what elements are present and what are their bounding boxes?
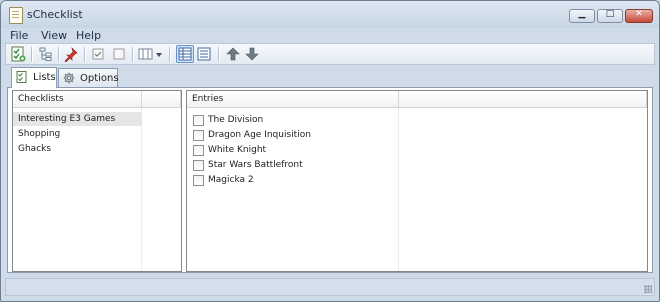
tab-strip: Lists Options: [1, 67, 659, 88]
entry-checkbox[interactable]: [193, 145, 204, 156]
tab-options-label: Options: [80, 73, 119, 84]
entry-row[interactable]: Star Wars Battlefront: [187, 158, 398, 173]
entry-checkbox[interactable]: [193, 160, 204, 171]
close-icon: ✕: [635, 9, 643, 19]
toolbar: [5, 43, 655, 65]
move-up-icon[interactable]: [225, 46, 241, 62]
add-list-icon[interactable]: [10, 46, 26, 62]
minimize-icon: ▁: [578, 9, 586, 19]
entry-checkbox[interactable]: [193, 130, 204, 141]
menu-help[interactable]: Help: [76, 29, 101, 42]
entry-row[interactable]: The Division: [187, 113, 398, 128]
gear-icon: [63, 72, 75, 84]
move-down-icon[interactable]: [244, 46, 260, 62]
uncheck-all-icon[interactable]: [111, 46, 127, 62]
entry-label: Dragon Age Inquisition: [208, 130, 311, 140]
title-bar[interactable]: sChecklist ▁ □ ✕: [1, 1, 659, 28]
entry-label: Magicka 2: [208, 175, 254, 185]
resize-grip[interactable]: [644, 285, 652, 293]
window-title: sChecklist: [27, 8, 83, 21]
checklist-item[interactable]: Ghacks: [13, 142, 142, 156]
entries-column-filler: [399, 91, 647, 108]
app-window: sChecklist ▁ □ ✕ File View Help Lists Op…: [0, 0, 660, 302]
lists-icon: [16, 71, 27, 83]
entry-label: The Division: [208, 115, 264, 125]
tab-options[interactable]: Options: [58, 68, 119, 87]
pin-icon[interactable]: [63, 46, 79, 62]
entry-label: Star Wars Battlefront: [208, 160, 303, 170]
entry-checkbox[interactable]: [193, 115, 204, 126]
entry-row[interactable]: Magicka 2: [187, 173, 398, 188]
checklist-item[interactable]: Shopping: [13, 127, 142, 141]
details-view-icon[interactable]: [176, 45, 194, 63]
minimize-button[interactable]: ▁: [569, 9, 595, 23]
tree-icon[interactable]: [37, 46, 53, 62]
entry-label: White Knight: [208, 145, 267, 155]
lists-panel: Checklists Interesting E3 Games Shopping…: [7, 87, 653, 273]
entry-row[interactable]: White Knight: [187, 143, 398, 158]
tab-lists[interactable]: Lists: [11, 67, 57, 88]
checklists-column-header[interactable]: Checklists: [13, 91, 142, 108]
maximize-icon: □: [605, 9, 615, 19]
close-button[interactable]: ✕: [625, 9, 653, 23]
columns-dropdown-icon[interactable]: [138, 46, 164, 62]
entry-row[interactable]: Dragon Age Inquisition: [187, 128, 398, 143]
entries-listview[interactable]: Entries The Division Dragon Age Inquisit…: [186, 90, 648, 272]
entries-column-header[interactable]: Entries: [187, 91, 399, 108]
checklists-column-filler: [142, 91, 181, 108]
entry-checkbox[interactable]: [193, 175, 204, 186]
tab-lists-label: Lists: [33, 72, 56, 83]
menu-view[interactable]: View: [41, 29, 67, 42]
menu-bar: File View Help: [1, 28, 659, 43]
list-view-icon[interactable]: [196, 46, 212, 62]
app-icon: [9, 7, 23, 24]
checklists-listview[interactable]: Checklists Interesting E3 Games Shopping…: [12, 90, 182, 272]
check-all-icon[interactable]: [90, 46, 106, 62]
maximize-button[interactable]: □: [597, 9, 623, 23]
status-bar: [5, 278, 655, 296]
menu-file[interactable]: File: [10, 29, 28, 42]
checklist-item[interactable]: Interesting E3 Games: [13, 112, 142, 126]
